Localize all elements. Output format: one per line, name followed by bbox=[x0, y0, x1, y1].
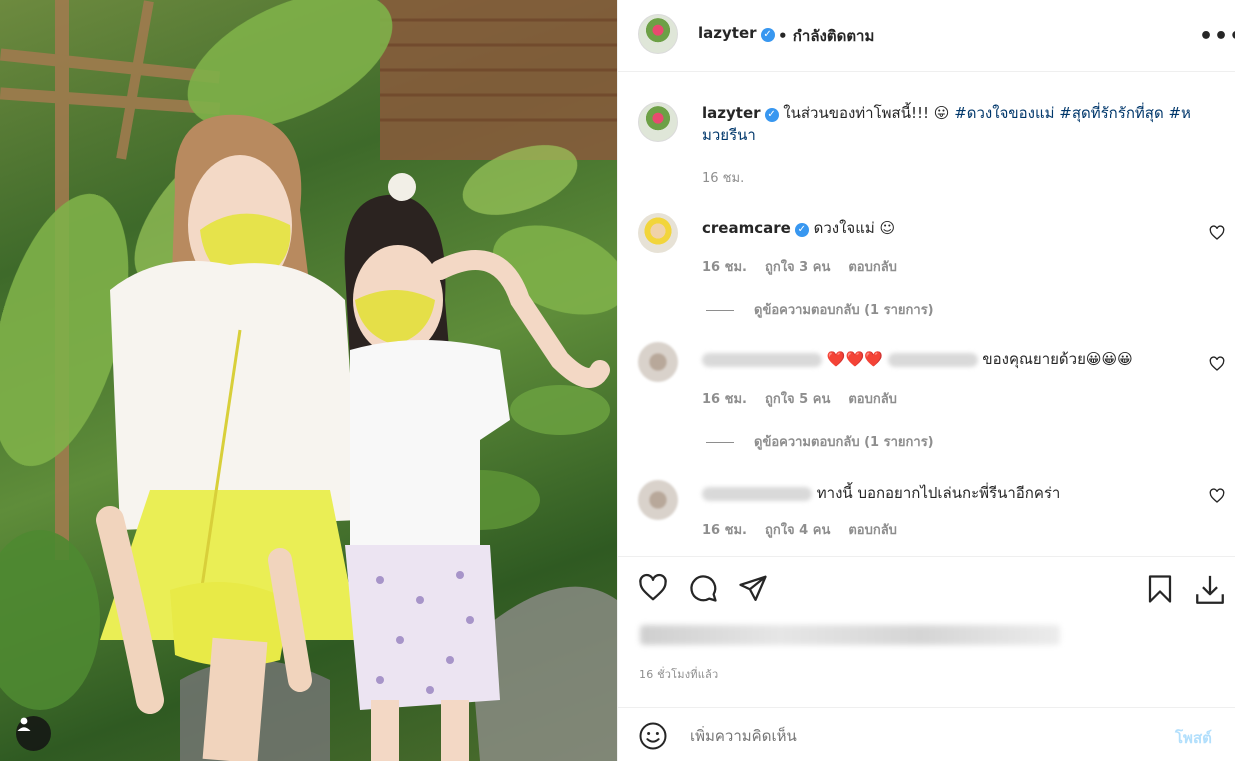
reply-button[interactable]: ตอบกลับ bbox=[848, 260, 897, 275]
comment-time[interactable]: 16 ชม. bbox=[702, 260, 747, 275]
heart-icon[interactable] bbox=[1209, 356, 1225, 372]
download-icon[interactable] bbox=[1193, 573, 1227, 607]
comment-text: ดวงใจแม่ ☺ bbox=[813, 219, 896, 237]
comment-input[interactable] bbox=[688, 726, 1132, 746]
comment-text: ของคุณยายด้วย😀😀😀 bbox=[982, 350, 1133, 368]
view-replies-button[interactable]: ดูข้อความตอบกลับ (1 รายการ) bbox=[706, 431, 934, 452]
comment-avatar[interactable] bbox=[638, 342, 678, 382]
caption-hashtags[interactable]: #ดวงใจของแม่ #สุดที่รักรักที่สุด #ห bbox=[954, 104, 1191, 122]
post-caption: lazyter ✓ ในส่วนของท่าโพสนี้!!! 😛 #ดวงใจข… bbox=[702, 102, 1222, 146]
verified-badge-icon: ✓ bbox=[794, 223, 809, 237]
save-bookmark-icon[interactable] bbox=[1145, 573, 1175, 605]
post-photo[interactable] bbox=[0, 0, 617, 761]
caption-time[interactable]: 16 ชม. bbox=[702, 167, 744, 188]
comment-likes[interactable]: ถูกใจ 3 คน bbox=[765, 260, 830, 275]
reply-button[interactable]: ตอบกลับ bbox=[848, 523, 897, 538]
comment-likes[interactable]: ถูกใจ 4 คน bbox=[765, 523, 830, 538]
comment-2: ❤️❤️❤️ ของคุณยายด้วย😀😀😀 bbox=[702, 347, 1133, 371]
add-comment-bar: โพสต์ bbox=[618, 707, 1235, 761]
verified-badge-icon: ✓ bbox=[760, 28, 775, 42]
post-time-ago[interactable]: 16 ชั่วโมงที่แล้ว bbox=[639, 665, 718, 683]
post-comment-button[interactable]: โพสต์ bbox=[1175, 726, 1212, 750]
comment-meta: 16 ชม. ถูกใจ 3 คน ตอบกลับ bbox=[702, 256, 915, 277]
photo-illustration bbox=[0, 0, 617, 761]
comment-3: ทางนี้ บอกอยากไปเล่นกะพี่รีนาอีกคร่า bbox=[702, 481, 1060, 505]
caption-avatar[interactable] bbox=[638, 102, 678, 142]
likes-summary-blurred[interactable] bbox=[640, 625, 1060, 645]
comment-meta: 16 ชม. ถูกใจ 4 คน ตอบกลับ bbox=[702, 519, 915, 540]
blurred-username bbox=[702, 352, 822, 367]
heart-icon[interactable] bbox=[1209, 488, 1225, 504]
post-details-panel: lazyter✓ • กำลังติดตาม ••• lazyter✓ ในส่… bbox=[617, 0, 1235, 761]
comment-bubble-icon[interactable] bbox=[688, 573, 718, 603]
like-heart-icon[interactable] bbox=[638, 573, 668, 603]
comment-time[interactable]: 16 ชม. bbox=[702, 523, 747, 538]
user-icon bbox=[17, 717, 31, 731]
comment-meta: 16 ชม. ถูกใจ 5 คน ตอบกลับ bbox=[702, 388, 915, 409]
comment-username[interactable]: creamcare bbox=[702, 219, 791, 237]
heart-icon[interactable] bbox=[1209, 225, 1225, 241]
post-username-label[interactable]: lazyter bbox=[698, 24, 757, 42]
comment-likes[interactable]: ถูกใจ 5 คน bbox=[765, 392, 830, 407]
post-actions-bar bbox=[618, 556, 1235, 557]
blurred-username bbox=[702, 486, 812, 501]
avatar[interactable] bbox=[638, 14, 678, 54]
verified-badge-icon: ✓ bbox=[764, 108, 779, 122]
reply-button[interactable]: ตอบกลับ bbox=[848, 392, 897, 407]
comment-time[interactable]: 16 ชม. bbox=[702, 392, 747, 407]
post-username[interactable]: lazyter ✓ bbox=[698, 24, 775, 42]
share-paper-plane-icon[interactable] bbox=[738, 573, 768, 603]
caption-username[interactable]: lazyter bbox=[702, 104, 761, 122]
view-replies-button[interactable]: ดูข้อความตอบกลับ (1 รายการ) bbox=[706, 299, 934, 320]
comment-avatar[interactable] bbox=[638, 480, 678, 520]
caption-hashtags-cont[interactable]: มวยรีนา bbox=[702, 126, 756, 144]
more-horizontal-icon[interactable]: ••• bbox=[1199, 24, 1235, 49]
comment-text: ทางนี้ บอกอยากไปเล่นกะพี่รีนาอีกคร่า bbox=[816, 484, 1061, 502]
comment-hearts: ❤️❤️❤️ bbox=[826, 350, 883, 368]
comment-1: creamcare ✓ ดวงใจแม่ ☺ bbox=[702, 216, 895, 240]
emoji-smiley-icon[interactable] bbox=[638, 721, 668, 751]
following-status[interactable]: • กำลังติดตาม bbox=[778, 24, 874, 48]
comment-avatar[interactable] bbox=[638, 213, 678, 253]
caption-text: ในส่วนของท่าโพสนี้!!! 😛 bbox=[783, 104, 950, 122]
blurred-mention bbox=[887, 352, 978, 367]
tagged-user-button[interactable] bbox=[16, 716, 51, 751]
post-header: lazyter✓ • กำลังติดตาม ••• bbox=[618, 0, 1235, 72]
